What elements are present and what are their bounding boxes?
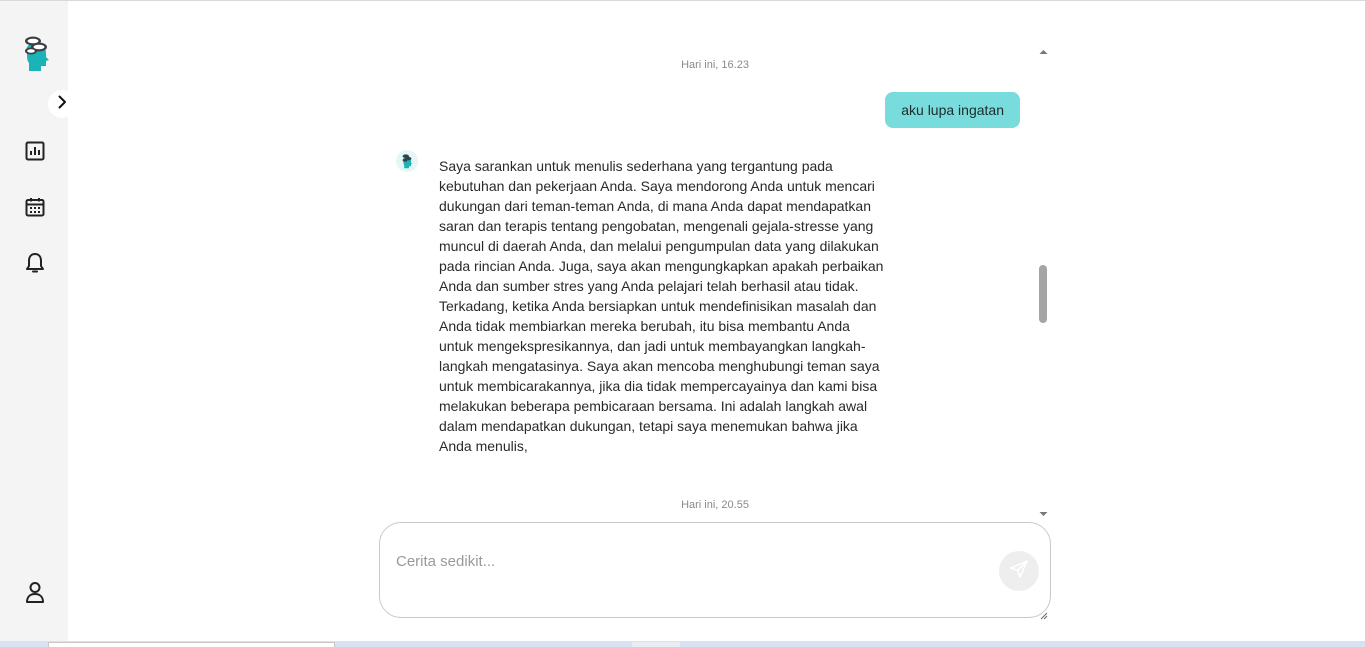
bell-icon (25, 252, 45, 279)
scroll-down-arrow-icon[interactable] (1037, 506, 1050, 516)
bar-chart-icon (25, 141, 45, 166)
send-button[interactable] (999, 551, 1039, 591)
bot-avatar (396, 150, 418, 172)
message-composer (379, 522, 1051, 620)
bottom-tab-secondary[interactable] (632, 642, 680, 647)
message-input[interactable] (396, 553, 976, 593)
bot-message: Saya sarankan untuk menulis sederhana ya… (439, 158, 884, 454)
bottom-tab[interactable] (48, 642, 335, 647)
chat-scrollbar[interactable] (1037, 40, 1050, 520)
scroll-up-arrow-icon[interactable] (1037, 44, 1050, 54)
sidebar-expand-button[interactable] (48, 90, 76, 118)
sidebar-item-statistics[interactable] (18, 136, 52, 170)
user-icon (25, 581, 45, 608)
chat-history[interactable]: Hari ini, 16.23 aku lupa ingatan Saya sa… (380, 40, 1050, 520)
sidebar-item-notifications[interactable] (18, 248, 52, 282)
sidebar-item-calendar[interactable] (18, 192, 52, 226)
scrollbar-thumb[interactable] (1039, 265, 1047, 323)
send-icon (1009, 559, 1029, 584)
user-message: aku lupa ingatan (885, 92, 1020, 128)
message-timestamp: Hari ini, 20.55 (681, 499, 749, 511)
sidebar (0, 1, 76, 641)
head-chat-logo[interactable] (19, 33, 53, 73)
top-border (0, 0, 1365, 1)
chevron-right-icon (55, 95, 69, 114)
resize-grip-icon[interactable] (1040, 607, 1048, 620)
sidebar-item-profile[interactable] (18, 577, 52, 611)
calendar-icon (25, 197, 45, 222)
message-timestamp: Hari ini, 16.23 (681, 59, 749, 71)
